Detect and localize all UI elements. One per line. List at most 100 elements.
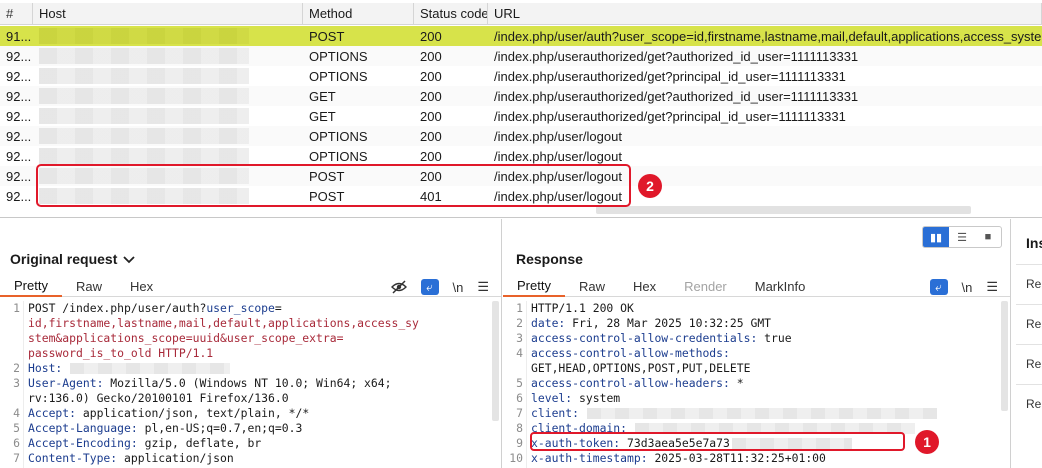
redacted-host-value — [70, 363, 231, 374]
row-host — [33, 26, 303, 46]
redacted-host — [39, 48, 249, 64]
response-tab-raw[interactable]: Raw — [565, 277, 619, 297]
row-status: 200 — [420, 128, 442, 144]
row-host — [33, 86, 303, 106]
row-status: 200 — [420, 148, 442, 164]
row-host — [33, 106, 303, 126]
split-horizontal-icon[interactable]: ☰ — [949, 227, 975, 247]
response-line: x-auth-timestamp: 2025-03-28T11:32:25+01… — [531, 451, 826, 465]
redacted-host — [39, 28, 249, 44]
table-row[interactable]: 92... OPTIONS 200/index.php/userauthorized… — [0, 46, 1042, 66]
response-tab-markinfo[interactable]: MarkInfo — [741, 277, 820, 297]
row-status: 200 — [420, 48, 442, 64]
eye-off-icon[interactable] — [390, 280, 407, 294]
response-vertical-scrollbar[interactable] — [1001, 301, 1008, 411]
request-editor[interactable]: 1 POST /index.php/user/auth?user_scope= id… — [0, 301, 501, 468]
table-row[interactable]: 91... POST 200/index.php/user/auth?user_sc… — [0, 26, 1042, 46]
row-method: GET — [309, 88, 336, 104]
table-row[interactable]: 92... OPTIONS 200/index.php/user/logout — [0, 126, 1042, 146]
single-pane-icon[interactable]: ■ — [975, 227, 1001, 247]
request-line: stem&applications_scope=uuid&user_scope_… — [28, 331, 344, 345]
row-method: GET — [309, 108, 336, 124]
row-method: OPTIONS — [309, 68, 368, 84]
response-tab-hex[interactable]: Hex — [619, 277, 670, 297]
row-host — [33, 126, 303, 146]
row-status: 200 — [420, 88, 442, 104]
request-line: Accept-Language: pl,en-US;q=0.7,en;q=0.3 — [28, 421, 303, 435]
request-line: User-Agent: Mozilla/5.0 (Windows NT 10.0… — [28, 376, 392, 390]
column-header-url[interactable]: URL — [488, 3, 1042, 24]
row-host — [33, 146, 303, 166]
line-number: 1 — [516, 301, 523, 315]
row-status: 200 — [420, 28, 442, 44]
layout-toggle: ▮▮ ☰ ■ — [922, 226, 1002, 248]
table-header: # Host Method Status code URL — [0, 3, 1042, 25]
column-header-method[interactable]: Method — [303, 3, 414, 24]
line-number: 8 — [516, 421, 523, 435]
column-header-number[interactable]: # — [0, 3, 33, 24]
row-number: 92... — [6, 188, 32, 204]
table-row[interactable]: 92... OPTIONS 200/index.php/user/logout — [0, 146, 1042, 166]
inspector-title: Ins — [1026, 235, 1042, 251]
table-row[interactable]: 92... GET 200/index.php/userauthorized/get… — [0, 106, 1042, 126]
row-status: 200 — [420, 68, 442, 84]
row-url: /index.php/user/logout — [494, 128, 622, 144]
request-panel-title[interactable]: Original request — [10, 251, 135, 267]
response-line: date: Fri, 28 Mar 2025 10:32:25 GMT — [531, 316, 772, 330]
request-line: Host: — [28, 361, 231, 376]
table-row[interactable]: 92... GET 200/index.php/userauthorized/get… — [0, 86, 1042, 106]
inspector-row[interactable]: Re — [1016, 384, 1042, 422]
redacted-host — [39, 68, 249, 84]
line-number: 6 — [13, 436, 20, 450]
column-header-status[interactable]: Status code — [414, 3, 488, 24]
line-number: 1 — [13, 301, 20, 315]
logout-requests-highlight — [36, 164, 631, 207]
hamburger-menu-icon[interactable]: ☰ — [986, 279, 998, 295]
horizontal-scrollbar[interactable] — [596, 206, 971, 214]
inspector-row[interactable]: Re — [1016, 344, 1042, 382]
request-tab-raw[interactable]: Raw — [62, 277, 116, 297]
response-line: level: system — [531, 391, 621, 405]
inspector-row[interactable]: Re — [1016, 264, 1042, 302]
response-view-tabs: Pretty Raw Hex Render MarkInfo ⤶ \n ☰ — [503, 277, 1010, 297]
request-view-tabs: Pretty Raw Hex ⤶ \n ☰ — [0, 277, 501, 297]
inspector-row[interactable]: Re — [1016, 304, 1042, 342]
hamburger-menu-icon[interactable]: ☰ — [477, 279, 489, 295]
table-row[interactable]: 92... OPTIONS 200/index.php/userauthorized… — [0, 66, 1042, 86]
row-host — [33, 66, 303, 86]
response-line: access-control-allow-credentials: true — [531, 331, 792, 345]
response-tab-pretty[interactable]: Pretty — [503, 277, 565, 297]
newline-toggle[interactable]: \n — [962, 280, 973, 295]
newline-toggle[interactable]: \n — [453, 280, 464, 295]
row-url: /index.php/userauthorized/get?principal_… — [494, 108, 846, 124]
request-line: id,firstname,lastname,mail,default,appli… — [28, 316, 419, 330]
request-title-text: Original request — [10, 251, 118, 267]
request-vertical-scrollbar[interactable] — [492, 301, 499, 421]
column-header-host[interactable]: Host — [33, 3, 303, 24]
request-line: Content-Type: application/json — [28, 451, 234, 465]
split-vertical-icon[interactable]: ▮▮ — [923, 227, 949, 247]
request-tab-hex[interactable]: Hex — [116, 277, 167, 297]
auth-token-highlight — [530, 432, 905, 451]
chevron-down-icon[interactable] — [123, 251, 135, 267]
line-number: 10 — [509, 451, 523, 465]
response-line: access-control-allow-headers: * — [531, 376, 744, 390]
line-number: 4 — [13, 406, 20, 420]
row-method: OPTIONS — [309, 148, 368, 164]
line-number: 3 — [13, 376, 20, 390]
row-method: POST — [309, 28, 345, 44]
inspector-panel: Ins Re Re Re Re — [1012, 219, 1042, 468]
request-line: rv:136.0) Gecko/20100101 Firefox/136.0 — [28, 391, 289, 405]
row-method: OPTIONS — [309, 128, 368, 144]
response-panel-title: Response — [516, 251, 583, 267]
response-tab-render[interactable]: Render — [670, 277, 741, 297]
request-tab-pretty[interactable]: Pretty — [0, 277, 62, 297]
word-wrap-icon[interactable]: ⤶ — [420, 279, 439, 295]
row-number: 92... — [6, 128, 32, 144]
redacted-host — [39, 88, 249, 104]
request-line: password_is_to_old HTTP/1.1 — [28, 346, 214, 360]
redacted-host — [39, 128, 249, 144]
word-wrap-icon[interactable]: ⤶ — [929, 279, 948, 295]
row-number: 92... — [6, 48, 32, 64]
row-number: 92... — [6, 148, 32, 164]
